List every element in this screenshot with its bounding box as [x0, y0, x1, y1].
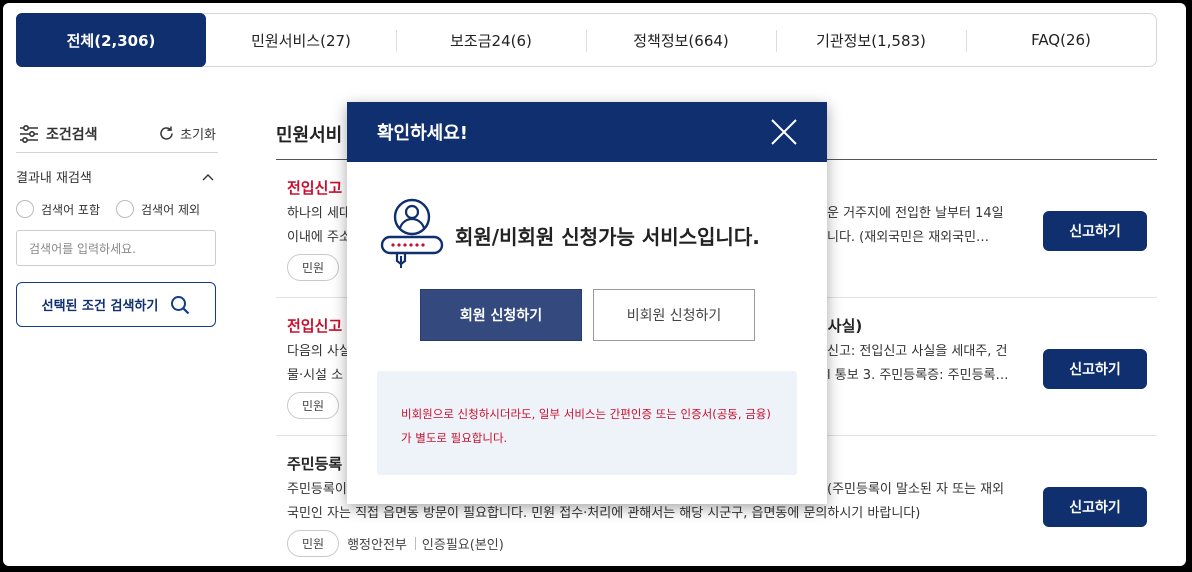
reset-button[interactable]: 초기화: [158, 124, 216, 143]
tag-divider: [414, 537, 416, 550]
result-desc-right: 신고: 전입신고 사실을 세대주, 건 l 통보 3. 주민등록증: 주민등록…: [827, 340, 1027, 388]
desc-line: 다음의 사실: [287, 344, 351, 359]
exclude-radio[interactable]: 검색어 제외: [116, 200, 200, 218]
page-frame: 전체(2,306) 민원서비스(27) 보조금24(6) 정책정보(664) 기…: [3, 3, 1186, 566]
category-tabs: 전체(2,306) 민원서비스(27) 보조금24(6) 정책정보(664) 기…: [16, 13, 1157, 67]
confirm-modal: 확인하세요! 회원/비회원 신청가능 서비스입니다. 회원 신청하기 비회원 신…: [347, 102, 827, 504]
result-desc-right: (주민등록이 말소된 자 또는 재외: [827, 478, 1027, 502]
tab-all[interactable]: 전체(2,306): [16, 13, 206, 67]
refine-label: 결과내 재검색: [16, 171, 92, 186]
desc-line: 니다. (재외국민은 재외국민…: [827, 230, 990, 245]
notice-line: 가 별도로 필요합니다.: [401, 431, 508, 445]
desc-line: 운 거주지에 전입한 날부터 14일: [827, 206, 1004, 221]
report-button[interactable]: 신고하기: [1043, 211, 1147, 251]
result-desc-left: 하나의 세대 이내에 주소: [287, 202, 351, 250]
report-button[interactable]: 신고하기: [1043, 487, 1147, 527]
refine-search-toggle[interactable]: 결과내 재검색: [16, 167, 218, 186]
auth-label: 인증필요(본인): [421, 538, 504, 553]
result-title[interactable]: 전입신고: [287, 315, 342, 336]
result-desc-right: 운 거주지에 전입한 날부터 14일 니다. (재외국민은 재외국민…: [827, 202, 1027, 250]
keyword-mode-radios: 검색어 포함 검색어 제외: [16, 200, 218, 218]
tab-agency-info[interactable]: 기관정보(1,583): [776, 14, 966, 66]
exclude-label: 검색어 제외: [141, 202, 201, 217]
category-badge: 민원: [287, 530, 340, 557]
auth-notice: 비회원으로 신청하시더라도, 일부 서비스는 간편인증 또는 인증서(공동, 금…: [377, 371, 797, 475]
tab-subsidy24[interactable]: 보조금24(6): [396, 14, 586, 66]
close-icon[interactable]: [771, 119, 797, 145]
report-button[interactable]: 신고하기: [1043, 349, 1147, 389]
member-card-icon: [380, 198, 444, 268]
result-tags: 민원: [287, 392, 340, 419]
include-label: 검색어 포함: [41, 202, 101, 217]
agency-label: 행정안전부: [347, 538, 407, 553]
radio-circle: [116, 200, 135, 218]
modal-header: 확인하세요!: [347, 102, 827, 162]
notice-line: 비회원으로 신청하시더라도, 일부 서비스는 간편인증 또는 인증서(공동, 금…: [401, 407, 771, 421]
desc-line: 이내에 주소: [287, 230, 351, 245]
keyword-input[interactable]: 검색어를 입력하세요.: [16, 230, 216, 266]
result-desc-left: 다음의 사실 물·시설 소: [287, 340, 351, 388]
modal-message-text: 회원/비회원 신청가능 서비스입니다.: [455, 224, 760, 249]
modal-message: 회원/비회원 신청가능 서비스입니다.: [379, 197, 760, 269]
filter-sidebar: 조건검색 초기화 결과내 재검색 검색어 포함 검색어 제외 검색어를 입력하세…: [16, 115, 218, 327]
result-title[interactable]: 주민등록: [287, 453, 342, 474]
condition-search-label: 선택된 조건 검색하기: [41, 299, 159, 314]
search-icon: [171, 295, 190, 314]
condition-search-button[interactable]: 선택된 조건 검색하기: [16, 282, 216, 327]
result-tags: 민원 행정안전부 인증필요(본인): [287, 530, 504, 557]
result-title[interactable]: 전입신고: [287, 177, 342, 198]
desc-line: 국민인 자는 직접 읍면동 방문이 필요합니다. 민원 접수·처리에 관해서는 …: [287, 506, 921, 521]
member-apply-button[interactable]: 회원 신청하기: [420, 289, 582, 341]
tab-policy-info[interactable]: 정책정보(664): [586, 14, 776, 66]
desc-line: 신고: 전입신고 사실을 세대주, 건: [827, 344, 1008, 359]
modal-title: 확인하세요!: [377, 123, 469, 144]
radio-circle: [16, 200, 34, 218]
nonmember-apply-button[interactable]: 비회원 신청하기: [593, 289, 755, 341]
filter-header: 조건검색 초기화: [16, 115, 218, 153]
category-badge: 민원: [287, 392, 340, 419]
desc-line: (주민등록이 말소된 자 또는 재외: [827, 482, 1005, 497]
tab-faq[interactable]: FAQ(26): [966, 14, 1156, 66]
desc-line: l 통보 3. 주민등록증: 주민등록…: [827, 368, 1009, 383]
filter-title: 조건검색: [19, 124, 98, 144]
filter-title-label: 조건검색: [46, 126, 98, 143]
reset-label: 초기화: [180, 128, 216, 143]
sliders-icon: [20, 124, 38, 143]
tab-civil-service[interactable]: 민원서비스(27): [206, 14, 396, 66]
desc-line: 물·시설 소: [287, 368, 344, 383]
result-tags: 민원: [287, 254, 340, 281]
refresh-icon: [160, 126, 173, 140]
include-radio[interactable]: 검색어 포함: [16, 200, 100, 218]
desc-line: 하나의 세대: [287, 206, 351, 221]
category-badge: 민원: [287, 254, 340, 281]
modal-actions: 회원 신청하기 비회원 신청하기: [420, 289, 755, 341]
chevron-up-icon: [202, 173, 214, 180]
